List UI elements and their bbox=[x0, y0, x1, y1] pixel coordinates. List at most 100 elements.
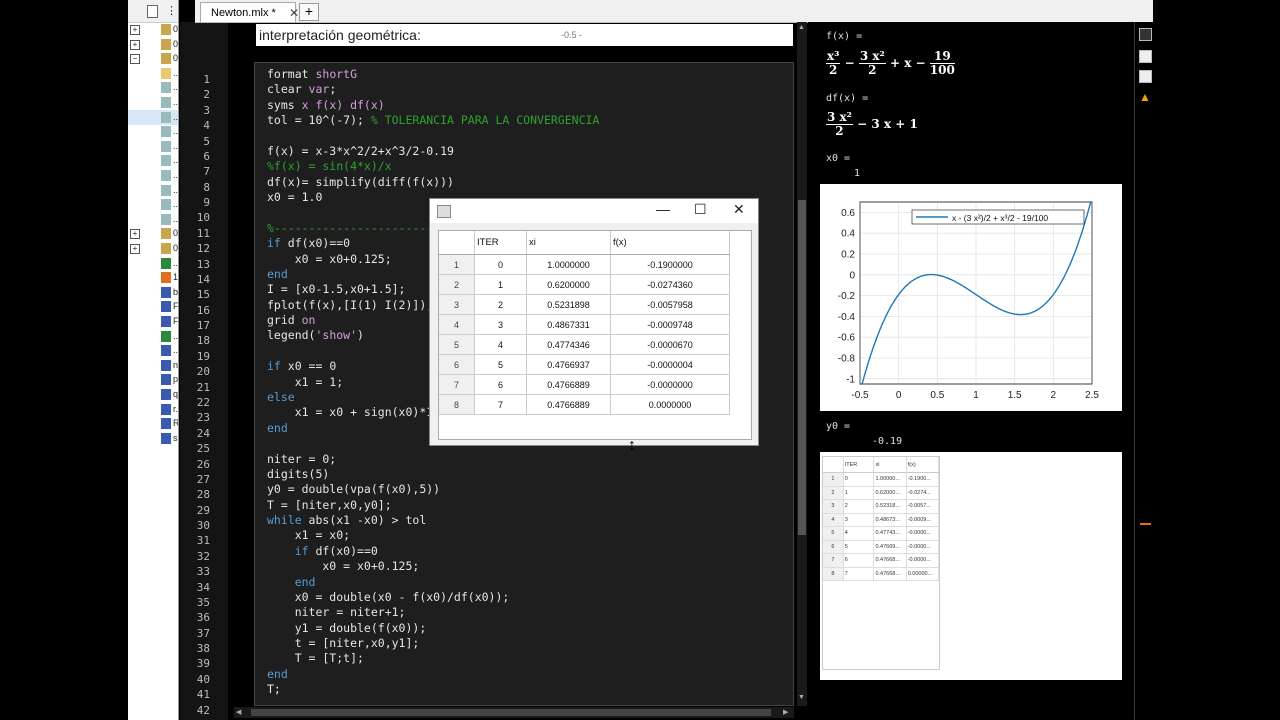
code-line[interactable]: clear var; bbox=[267, 82, 336, 96]
scrollbar-thumb[interactable] bbox=[798, 200, 806, 535]
code-line[interactable]: format shortG bbox=[267, 67, 357, 81]
table-cell[interactable]: 0 bbox=[474, 254, 527, 275]
tab-close-icon[interactable]: ✕ bbox=[289, 3, 299, 23]
scrollbar-thumb[interactable] bbox=[251, 709, 771, 716]
table-row[interactable]: 6 5 0.47669... -0.0000... bbox=[823, 540, 939, 554]
file-item[interactable]: F... bbox=[128, 299, 178, 314]
table-cell[interactable]: 0.62000... bbox=[873, 486, 907, 500]
row-header[interactable]: 2 bbox=[439, 274, 475, 295]
column-header[interactable]: ITER bbox=[843, 457, 875, 473]
expand-icon[interactable]: + bbox=[130, 39, 140, 50]
file-item[interactable]: ... bbox=[128, 66, 178, 81]
table-cell[interactable]: -0.0057... bbox=[906, 499, 939, 514]
expand-icon[interactable]: + bbox=[130, 229, 140, 240]
column-header[interactable]: f(x) bbox=[906, 457, 939, 473]
table-cell[interactable]: -0.0000000 bbox=[610, 374, 730, 395]
column-header[interactable]: f(x) bbox=[610, 231, 730, 255]
table-row[interactable]: 2 1 0.62000... -0.0274... bbox=[823, 486, 939, 500]
table-cell[interactable]: 0.48673... bbox=[873, 513, 907, 527]
table-cell[interactable]: 6 bbox=[843, 553, 875, 568]
table-cell[interactable]: 3 bbox=[843, 513, 875, 527]
code-line[interactable]: I = [x0-1.5,x0+1.5]; bbox=[267, 282, 405, 296]
more-icon[interactable]: ⋮ bbox=[166, 4, 177, 17]
table-cell[interactable]: 0.4766889 bbox=[526, 374, 611, 395]
code-line[interactable]: %f(x) = sin(4*x)/x bbox=[267, 159, 392, 173]
row-header[interactable]: 2 bbox=[823, 486, 844, 500]
code-line[interactable]: T; bbox=[267, 682, 281, 696]
table-cell[interactable]: 1.0000000 bbox=[526, 254, 611, 275]
output-right-icon[interactable] bbox=[1139, 50, 1152, 63]
row-header[interactable]: 8 bbox=[823, 567, 844, 581]
table-figure-thumbnail[interactable]: ITER xi f(x) 1 0 1.00000... -0.1900... 2 1 0.6200… bbox=[820, 452, 1122, 680]
file-item[interactable]: 1... bbox=[128, 270, 178, 285]
code-line[interactable]: T = [T;t]; bbox=[267, 651, 364, 665]
code-line[interactable]: end bbox=[267, 421, 288, 435]
table-cell[interactable]: 0.4766937 bbox=[526, 354, 611, 375]
table-cell[interactable]: 0.4867331 bbox=[526, 314, 611, 335]
table-cell[interactable]: 2 bbox=[474, 294, 527, 315]
editor-horizontal-scrollbar[interactable]: ◀ ▶ bbox=[234, 707, 794, 718]
file-item[interactable]: ... bbox=[128, 153, 178, 168]
code-line[interactable]: df(x)= simplify(diff(f(x))) bbox=[267, 175, 454, 189]
table-cell[interactable]: 0.6200000 bbox=[526, 274, 611, 295]
add-tab-button[interactable]: + bbox=[299, 3, 319, 21]
table-cell[interactable]: 1 bbox=[474, 274, 527, 295]
file-item[interactable]: R... bbox=[128, 416, 178, 431]
uitable[interactable]: ITER xi f(x) 1 0 1.0000000 -0.1900000 2 1 0.62000… bbox=[438, 230, 752, 440]
file-item[interactable]: ... bbox=[128, 256, 178, 271]
table-cell[interactable]: -0.0000004 bbox=[610, 354, 730, 375]
code-line[interactable]: end bbox=[267, 267, 288, 281]
code-line[interactable]: fplot(f(x),[I(1) I(2)]); bbox=[267, 298, 433, 312]
code-line[interactable]: while abs(x1 -x0) > tol bbox=[267, 513, 426, 527]
row-header[interactable]: 4 bbox=[823, 513, 844, 527]
table-row[interactable]: 1 0 1.0000000 -0.1900000 bbox=[439, 254, 730, 275]
code-line[interactable]: if df(x0)==0 bbox=[267, 544, 378, 558]
code-line[interactable]: x0 = 1.0 bbox=[267, 190, 322, 204]
editor-vertical-scrollbar[interactable]: ▲ ▼ bbox=[797, 22, 807, 706]
file-item[interactable]: ... bbox=[128, 197, 178, 212]
table-cell[interactable]: 1 bbox=[843, 486, 875, 500]
code-line[interactable]: else bbox=[267, 390, 295, 404]
row-header[interactable]: 1 bbox=[823, 472, 844, 487]
code-line[interactable]: %------------------------- bbox=[267, 221, 447, 235]
row-header[interactable]: 5 bbox=[823, 526, 844, 541]
table-row[interactable]: 5 4 0.47743... -0.0000... bbox=[823, 526, 939, 541]
minimize-button[interactable]: — bbox=[656, 201, 670, 217]
table-cell[interactable]: 0.5231898 bbox=[526, 294, 611, 315]
warning-icon[interactable]: ▲ bbox=[1139, 90, 1151, 104]
table-cell[interactable]: 0.47743... bbox=[873, 526, 907, 541]
code-line[interactable]: y1 = double(f(x0)); bbox=[267, 621, 427, 635]
file-item[interactable]: n... bbox=[128, 358, 178, 373]
code-line[interactable]: niter = 0; bbox=[267, 452, 336, 466]
expand-icon[interactable]: − bbox=[130, 54, 140, 65]
figure-window[interactable]: — ☐ ✕ ITER xi f(x) 1 0 1.0000000 -0.1900000 2 1 0… bbox=[429, 198, 759, 446]
file-item[interactable]: ... bbox=[128, 183, 178, 198]
code-line[interactable]: x1 = 1; bbox=[267, 375, 343, 389]
table-cell[interactable]: 7 bbox=[843, 567, 875, 581]
row-header[interactable]: 1 bbox=[439, 254, 475, 275]
table-row[interactable]: 8 7 0.4766889 0.0000000 bbox=[439, 394, 730, 415]
row-header[interactable]: 3 bbox=[823, 499, 844, 514]
figure-title-bar[interactable]: — ☐ ✕ bbox=[430, 199, 758, 223]
table-cell[interactable]: 0.52318... bbox=[873, 499, 907, 514]
file-item[interactable]: +0... bbox=[128, 241, 178, 256]
code-line[interactable]: y0 = double(vpa(f(x0),5)) bbox=[267, 482, 440, 496]
row-header[interactable]: 5 bbox=[439, 334, 475, 355]
column-header[interactable]: ITER bbox=[474, 231, 527, 255]
file-item[interactable]: ... bbox=[128, 80, 178, 95]
code-line[interactable]: f(x) = x-3*x^2/2+x^3/2-0.19 bbox=[267, 144, 454, 158]
file-item[interactable]: +0... bbox=[128, 226, 178, 241]
output-inline-icon[interactable] bbox=[1139, 28, 1152, 41]
expand-icon[interactable]: + bbox=[130, 244, 140, 254]
file-item[interactable]: − 0... bbox=[128, 51, 178, 66]
table-cell[interactable]: -0.0274... bbox=[906, 486, 939, 500]
column-header[interactable]: xi bbox=[526, 231, 611, 255]
scroll-down-icon[interactable]: ▼ bbox=[798, 694, 805, 701]
table-row[interactable]: 5 4 0.4774346 -0.0000670 bbox=[439, 334, 730, 355]
table-row[interactable]: 6 5 0.4766937 -0.0000004 bbox=[439, 354, 730, 375]
new-file-icon[interactable] bbox=[147, 5, 158, 18]
plot-figure[interactable]: -0.5 0 0.5 1 1.5 2 2.5 0.6 0.4 0.2 0 -0.2 -0.4 -0.6 -0… bbox=[820, 184, 1122, 411]
code-line[interactable]: t = [niter,x0,y1]; bbox=[267, 636, 420, 650]
file-item[interactable]: p... bbox=[128, 372, 178, 387]
table-row[interactable]: 3 2 0.5231898 -0.0057958 bbox=[439, 294, 730, 315]
